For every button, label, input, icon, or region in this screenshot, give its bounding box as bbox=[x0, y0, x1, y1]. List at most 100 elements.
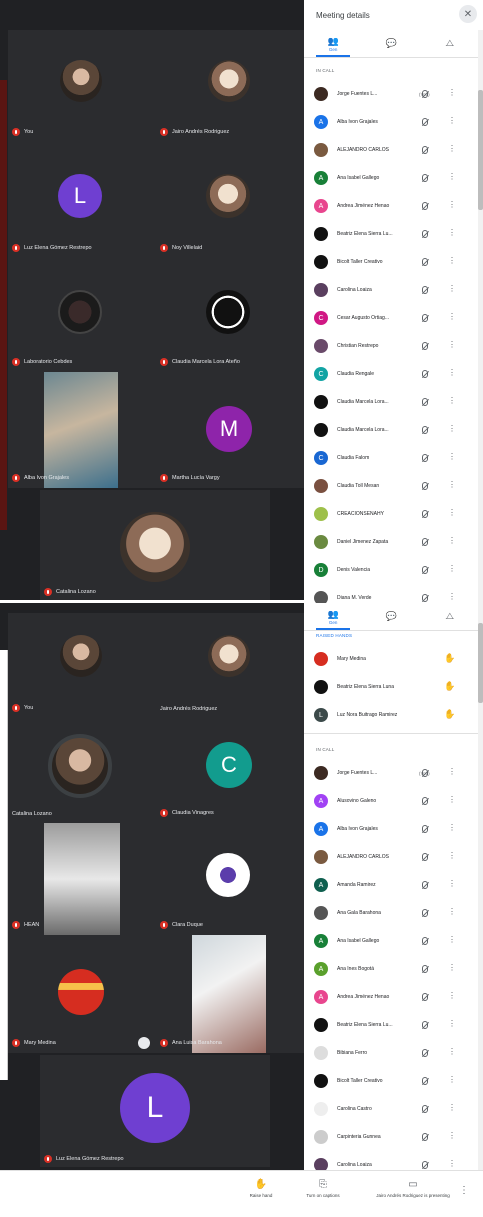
tab-people[interactable]: 👥 Gen bbox=[304, 603, 362, 630]
more-options-icon[interactable]: ⋮ bbox=[448, 229, 456, 237]
participant-tile[interactable]: HEAN bbox=[8, 823, 156, 935]
participant-row[interactable]: D Denis Valencia ⋮ bbox=[304, 556, 474, 584]
participant-tile[interactable]: L Luz Elena Gómez Restrepo bbox=[40, 1055, 270, 1167]
hand-icon[interactable]: ✋ bbox=[444, 709, 455, 720]
more-options-icon[interactable]: ⋮ bbox=[448, 908, 456, 916]
presenting-indicator[interactable]: ▭ Jairo Andrés Rodriguez is presenting bbox=[376, 1179, 450, 1198]
more-options-icon[interactable]: ⋮ bbox=[448, 453, 456, 461]
more-options-icon[interactable]: ⋮ bbox=[448, 537, 456, 545]
participant-row[interactable]: A Andrea Jiménez Henao ⋮ bbox=[304, 192, 474, 220]
raise-hand-button[interactable]: ✋ Raise hand bbox=[238, 1179, 284, 1198]
scrollbar-thumb[interactable] bbox=[478, 623, 483, 703]
participant-tile[interactable]: M Martha Lucía Vargy bbox=[156, 372, 304, 488]
participant-tile[interactable]: You bbox=[8, 30, 156, 142]
participant-row[interactable]: C Cesar Augusto Ortiag... ⋮ bbox=[304, 304, 474, 332]
participant-row[interactable]: C Claudia Falom ⋮ bbox=[304, 444, 474, 472]
participant-row[interactable]: Ana Gala Barahona ⋮ bbox=[304, 899, 474, 927]
more-options-icon[interactable]: ⋮ bbox=[448, 145, 456, 153]
hand-icon[interactable]: ✋ bbox=[444, 681, 455, 692]
more-options-icon[interactable]: ⋮ bbox=[448, 369, 456, 377]
participant-row[interactable]: A Andrea Jiménez Henao ⋮ bbox=[304, 983, 474, 1011]
more-options-icon[interactable]: ⋮ bbox=[448, 117, 456, 125]
more-options-icon[interactable]: ⋮ bbox=[448, 964, 456, 972]
participant-row[interactable]: Jorge Fuentes L... (You) ⋮ bbox=[304, 80, 474, 108]
close-button[interactable]: ✕ bbox=[459, 5, 477, 23]
participant-row[interactable]: A Alusovino Galeno ⋮ bbox=[304, 787, 474, 815]
more-options-icon[interactable]: ⋮ bbox=[448, 936, 456, 944]
participant-row[interactable]: ALEJANDRO CARLOS ⋮ bbox=[304, 843, 474, 871]
participant-row[interactable]: ALEJANDRO CARLOS ⋮ bbox=[304, 136, 474, 164]
tab-activities[interactable]: ⧍ bbox=[421, 603, 479, 630]
participant-row[interactable]: A Ana Ines Bogotá ⋮ bbox=[304, 955, 474, 983]
participant-tile[interactable]: Mary Medina bbox=[8, 935, 156, 1053]
more-options-icon[interactable]: ⋮ bbox=[448, 481, 456, 489]
participant-tile[interactable]: Claudia Marcela Lora Ateño bbox=[156, 258, 304, 372]
more-options-icon[interactable]: ⋮ bbox=[448, 313, 456, 321]
more-options-icon[interactable]: ⋮ bbox=[448, 285, 456, 293]
more-options-icon[interactable]: ⋮ bbox=[448, 768, 456, 776]
participant-tile[interactable]: L Luz Elena Gómez Restrepo bbox=[8, 142, 156, 258]
participant-row[interactable]: Claudia Marcela Lora... ⋮ bbox=[304, 416, 474, 444]
participant-row[interactable]: Claudia Marcela Lora... ⋮ bbox=[304, 388, 474, 416]
more-options-icon[interactable]: ⋮ bbox=[448, 1132, 456, 1140]
participant-row[interactable]: Bicolt Taller Creativo ⋮ bbox=[304, 248, 474, 276]
participant-tile[interactable]: Jairo Andrés Rodriguez bbox=[156, 613, 304, 718]
more-options-icon[interactable]: ⋮ bbox=[448, 509, 456, 517]
more-options-icon[interactable]: ⋮ bbox=[448, 173, 456, 181]
more-options-icon[interactable]: ⋮ bbox=[448, 852, 456, 860]
participant-tile[interactable]: Alba Ivon Grajales bbox=[8, 372, 156, 488]
participant-tile[interactable]: Catalina Lozano bbox=[40, 490, 270, 600]
participant-row[interactable]: Jorge Fuentes L... (You) ⋮ bbox=[304, 759, 474, 787]
tab-chat[interactable]: 💬 bbox=[362, 30, 420, 57]
more-options-icon[interactable]: ⋮ bbox=[448, 425, 456, 433]
participant-row[interactable]: Carolina Loaiza ⋮ bbox=[304, 276, 474, 304]
participant-row[interactable]: A Amanda Ramirez ⋮ bbox=[304, 871, 474, 899]
participant-tile[interactable]: Catalina Lozano bbox=[8, 718, 156, 823]
more-options-icon[interactable]: ⋮ bbox=[448, 1048, 456, 1056]
more-options-icon[interactable]: ⋮ bbox=[448, 565, 456, 573]
more-options-icon[interactable]: ⋮ bbox=[448, 593, 456, 601]
participant-row[interactable]: A Ana Isabel Gallego ⋮ bbox=[304, 164, 474, 192]
hand-icon[interactable]: ✋ bbox=[444, 653, 455, 664]
participant-row[interactable]: CREACIONSENAHY ⋮ bbox=[304, 500, 474, 528]
participant-tile[interactable]: You bbox=[8, 613, 156, 718]
tab-activities[interactable]: ⧍ bbox=[421, 30, 479, 57]
more-options-icon[interactable]: ⋮ bbox=[448, 201, 456, 209]
participant-tile[interactable]: C Claudia Vinagres bbox=[156, 718, 304, 823]
scrollbar-thumb[interactable] bbox=[478, 90, 483, 210]
participant-row[interactable]: C Claudia Rengale ⋮ bbox=[304, 360, 474, 388]
participant-row[interactable]: A Ana Isabel Gallego ⋮ bbox=[304, 927, 474, 955]
more-options-icon[interactable]: ⋮ bbox=[448, 992, 456, 1000]
raised-hand-row[interactable]: L Luz Nora Buitrago Ramirez ✋ bbox=[304, 701, 474, 729]
participant-row[interactable]: Bicolt Taller Creativo ⋮ bbox=[304, 1067, 474, 1095]
participant-row[interactable]: Daniel Jimenez Zapata ⋮ bbox=[304, 528, 474, 556]
captions-button[interactable]: ⎘ Turn on captions bbox=[300, 1179, 346, 1198]
more-options-icon[interactable]: ⋮ bbox=[459, 1185, 469, 1196]
more-options-icon[interactable]: ⋮ bbox=[448, 1076, 456, 1084]
participant-row[interactable]: Carpinteria Gunnea ⋮ bbox=[304, 1123, 474, 1151]
more-options-icon[interactable]: ⋮ bbox=[448, 880, 456, 888]
more-options-icon[interactable]: ⋮ bbox=[448, 1160, 456, 1168]
participant-tile[interactable]: Laboratorio Cebdes bbox=[8, 258, 156, 372]
participant-row[interactable]: A Alba Ivon Grajales ⋮ bbox=[304, 108, 474, 136]
participant-row[interactable]: Claudia Toll Mesan ⋮ bbox=[304, 472, 474, 500]
tab-chat[interactable]: 💬 bbox=[362, 603, 420, 630]
more-options-icon[interactable]: ⋮ bbox=[448, 1104, 456, 1112]
more-options-icon[interactable]: ⋮ bbox=[448, 257, 456, 265]
more-options-icon[interactable]: ⋮ bbox=[448, 341, 456, 349]
participant-row[interactable]: Christian Restrepo ⋮ bbox=[304, 332, 474, 360]
participant-row[interactable]: Beatriz Elena Sierra Lu... ⋮ bbox=[304, 220, 474, 248]
more-options-icon[interactable]: ⋮ bbox=[448, 1020, 456, 1028]
more-options-icon[interactable]: ⋮ bbox=[448, 824, 456, 832]
participant-row[interactable]: Carolina Castro ⋮ bbox=[304, 1095, 474, 1123]
raised-hand-row[interactable]: Beatriz Elena Sierra Luna ✋ bbox=[304, 673, 474, 701]
more-options-icon[interactable]: ⋮ bbox=[448, 89, 456, 97]
participant-tile[interactable]: Ana Luisa Barahona bbox=[156, 935, 304, 1053]
participant-row[interactable]: Beatriz Elena Sierra Lu... ⋮ bbox=[304, 1011, 474, 1039]
participant-row[interactable]: Bibiana Ferro ⋮ bbox=[304, 1039, 474, 1067]
participant-tile[interactable]: Noy Villelaid bbox=[156, 142, 304, 258]
more-options-icon[interactable]: ⋮ bbox=[448, 796, 456, 804]
participant-row[interactable]: A Alba Ivon Grajales ⋮ bbox=[304, 815, 474, 843]
participant-tile[interactable]: Jairo Andrés Rodriguez bbox=[156, 30, 304, 142]
tab-people[interactable]: 👥 Gen bbox=[304, 30, 362, 57]
